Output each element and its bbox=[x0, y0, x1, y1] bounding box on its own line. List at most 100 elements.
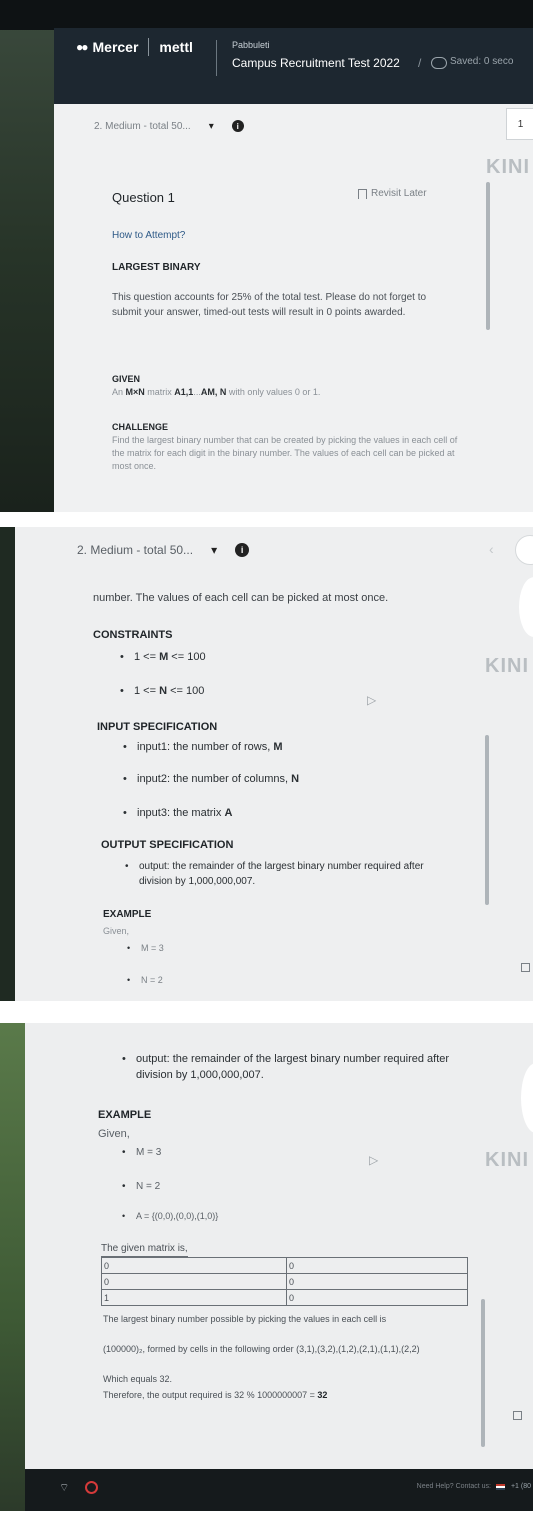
question-area: KINI output: the remainder of the larges… bbox=[25, 1023, 533, 1511]
header-divider bbox=[216, 40, 217, 76]
example-matrix-table: 0 0 0 0 1 0 bbox=[101, 1257, 468, 1306]
input3: input3: the matrix A bbox=[123, 807, 233, 819]
mettl-logo-text: mettl bbox=[159, 39, 193, 55]
constraint-n-pre: 1 <= bbox=[134, 685, 160, 697]
question-name: LARGEST BINARY bbox=[112, 262, 201, 273]
question-title: Question 1 bbox=[112, 190, 175, 205]
mercer-logo-text: Mercer bbox=[92, 39, 139, 55]
constraint-n-var: N bbox=[159, 685, 168, 697]
question-area: 2. Medium - total 50... ▾ i ‹ KINI numbe… bbox=[15, 527, 533, 1001]
panel-divider bbox=[0, 512, 533, 527]
example-heading: EXAMPLE bbox=[103, 909, 152, 920]
table-row: 0 0 bbox=[101, 1273, 468, 1290]
cloud-saved-icon bbox=[431, 57, 447, 69]
given-mid: matrix bbox=[144, 387, 175, 397]
question-number-button[interactable]: 1 bbox=[506, 108, 533, 140]
example-n: N = 2 bbox=[127, 975, 163, 985]
example-n: N = 2 bbox=[122, 1181, 160, 1192]
record-icon bbox=[85, 1481, 98, 1494]
test-title: Campus Recruitment Test 2022 bbox=[232, 56, 400, 70]
test-header: ●● Mercer mettl Pabbuleti Campus Recruit… bbox=[54, 28, 533, 104]
side-circle bbox=[519, 577, 533, 637]
chevron-left-icon[interactable]: ‹ bbox=[489, 541, 494, 557]
chevron-down-icon[interactable]: ▾ bbox=[209, 121, 214, 132]
input-spec-heading: INPUT SPECIFICATION bbox=[97, 721, 218, 733]
screenshot-panel-1: ●● Mercer mettl Pabbuleti Campus Recruit… bbox=[0, 0, 533, 512]
given-prefix: An bbox=[112, 387, 126, 397]
input3-text: input3: the matrix bbox=[137, 807, 225, 819]
section-selector[interactable]: 2. Medium - total 50... ▾ i bbox=[77, 543, 250, 557]
example-m: M = 3 bbox=[122, 1147, 161, 1158]
given-heading: GIVEN bbox=[112, 374, 141, 384]
input1-var: M bbox=[273, 741, 283, 753]
logo-divider bbox=[148, 38, 150, 56]
given-suffix: with only values 0 or 1. bbox=[226, 387, 321, 397]
side-panel-title: KINI bbox=[485, 655, 529, 677]
output-item: output: the remainder of the largest bin… bbox=[122, 1051, 454, 1083]
matrix-caption: The given matrix is, bbox=[101, 1241, 188, 1257]
revisit-label: Revisit Later bbox=[371, 188, 427, 199]
table-row: 1 0 bbox=[101, 1289, 468, 1306]
table-cell: 0 bbox=[101, 1257, 287, 1274]
side-panel-title: KINI bbox=[486, 156, 530, 178]
challenge-text: Find the largest binary number that can … bbox=[112, 435, 458, 471]
checkbox-icon[interactable] bbox=[513, 1411, 522, 1420]
scrollbar[interactable] bbox=[481, 1299, 485, 1447]
section-selector[interactable]: 2. Medium - total 50... ▾ i bbox=[94, 120, 244, 132]
example-heading: EXAMPLE bbox=[98, 1109, 152, 1121]
panel-divider bbox=[0, 1001, 533, 1023]
section-dropdown-label[interactable]: 2. Medium - total 50... bbox=[77, 543, 193, 557]
constraint-m-var: M bbox=[159, 651, 169, 663]
support-phone[interactable]: +1 (80 bbox=[511, 1483, 531, 1490]
example-given: Given, bbox=[98, 1128, 130, 1140]
scrollbar[interactable] bbox=[485, 735, 489, 905]
constraints-heading: CONSTRAINTS bbox=[93, 629, 173, 641]
explanation-result-value: 32 bbox=[317, 1390, 328, 1400]
given-a11: A1,1 bbox=[174, 387, 194, 397]
given-dots: ... bbox=[193, 387, 201, 397]
given-amn: AM, N bbox=[200, 387, 227, 397]
bookmark-icon bbox=[358, 188, 367, 199]
help-text[interactable]: Need Help? Contact us: bbox=[417, 1483, 491, 1490]
mouse-cursor-icon: ▷ bbox=[369, 1153, 379, 1167]
side-circle bbox=[521, 1063, 533, 1133]
table-cell: 0 bbox=[286, 1257, 468, 1274]
explanation-line-4: Therefore, the output required is 32 % 1… bbox=[103, 1389, 327, 1402]
question-area: 2. Medium - total 50... ▾ i 1 KINI Quest… bbox=[54, 104, 533, 512]
constraint-m: 1 <= M <= 100 bbox=[120, 651, 205, 663]
input2-text: input2: the number of columns, bbox=[137, 773, 292, 785]
section-dropdown-label[interactable]: 2. Medium - total 50... bbox=[94, 121, 191, 132]
info-icon[interactable]: i bbox=[231, 120, 244, 132]
example-given: Given, bbox=[103, 926, 130, 936]
revisit-later-button[interactable]: Revisit Later bbox=[358, 188, 427, 199]
table-cell: 0 bbox=[286, 1289, 468, 1306]
question-intro: This question accounts for 25% of the to… bbox=[112, 292, 427, 318]
checkbox-icon[interactable] bbox=[521, 963, 530, 972]
chevron-down-icon[interactable]: ▾ bbox=[211, 543, 217, 557]
info-icon[interactable]: i bbox=[235, 543, 250, 557]
table-cell: 0 bbox=[101, 1273, 287, 1290]
example-m: M = 3 bbox=[127, 943, 164, 953]
given-text: An M×N matrix A1,1...AM, N with only val… bbox=[112, 386, 320, 399]
constraint-n: 1 <= N <= 100 bbox=[120, 685, 204, 697]
nav-circle bbox=[515, 535, 533, 565]
background-edge bbox=[0, 1023, 25, 1511]
given-dimension: M×N bbox=[125, 387, 145, 397]
input3-var: A bbox=[224, 807, 233, 819]
screenshot-panel-3: KINI output: the remainder of the larges… bbox=[0, 1023, 533, 1511]
challenge-heading: CHALLENGE bbox=[112, 422, 168, 432]
input2: input2: the number of columns, N bbox=[123, 773, 300, 785]
explanation-line-1: The largest binary number possible by pi… bbox=[103, 1314, 387, 1324]
footer-bar: ⌔ Need Help? Contact us: +1 (80 bbox=[25, 1469, 533, 1511]
input1: input1: the number of rows, M bbox=[123, 741, 283, 753]
input1-text: input1: the number of rows, bbox=[137, 741, 274, 753]
how-to-attempt-link[interactable]: How to Attempt? bbox=[112, 230, 185, 241]
top-dark-bar bbox=[0, 0, 533, 30]
scrollbar[interactable] bbox=[486, 182, 490, 330]
mercer-logo-icon: ●● bbox=[76, 40, 88, 54]
mouse-cursor-icon: ▷ bbox=[367, 693, 377, 707]
input2-var: N bbox=[291, 773, 300, 785]
bottom-margin bbox=[0, 1511, 533, 1536]
side-panel-title: KINI bbox=[485, 1149, 529, 1171]
table-row: 0 0 bbox=[101, 1257, 468, 1274]
